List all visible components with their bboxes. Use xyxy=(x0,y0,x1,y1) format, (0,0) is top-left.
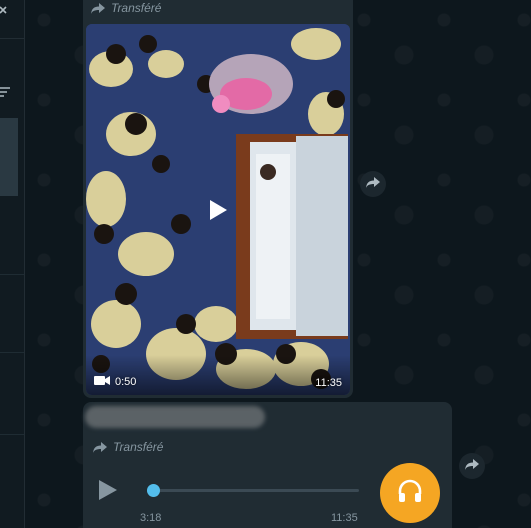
sidebar-divider xyxy=(0,434,24,435)
video-duration: 0:50 xyxy=(94,375,136,389)
forward-button[interactable] xyxy=(360,171,386,197)
message-timestamp: 11:35 xyxy=(315,377,342,389)
headphones-icon xyxy=(397,479,423,508)
sidebar-divider xyxy=(0,274,24,275)
filter-icon[interactable] xyxy=(0,84,10,97)
play-icon[interactable] xyxy=(97,478,119,502)
active-chat-item[interactable] xyxy=(0,118,18,196)
audio-progress-track[interactable] xyxy=(147,484,359,497)
audio-message-bubble[interactable]: Transféré 3:18 11:35 xyxy=(83,402,452,528)
play-icon[interactable] xyxy=(203,196,231,224)
audio-duration: 3:18 xyxy=(140,512,162,524)
sidebar-divider xyxy=(0,38,24,39)
message-timestamp: 11:35 xyxy=(331,512,358,524)
forwarded-label: Transféré xyxy=(91,1,161,15)
video-thumbnail[interactable]: 0:50 11:35 xyxy=(86,24,350,395)
forward-arrow-icon xyxy=(91,2,105,14)
sidebar-divider xyxy=(0,352,24,353)
forward-arrow-icon xyxy=(366,175,380,193)
chat-list-sidebar xyxy=(0,0,25,528)
video-message-bubble[interactable]: Transféré 0:50 11:35 xyxy=(83,0,353,398)
forward-arrow-icon xyxy=(93,441,107,453)
forwarded-label: Transféré xyxy=(93,440,163,454)
forward-arrow-icon xyxy=(465,457,479,475)
forward-button[interactable] xyxy=(459,453,485,479)
sender-name-redacted xyxy=(85,406,265,428)
avatar[interactable] xyxy=(380,463,440,523)
audio-seek-knob[interactable] xyxy=(147,484,161,497)
forwarded-text: Transféré xyxy=(113,440,164,454)
video-camera-icon xyxy=(94,375,110,389)
close-icon[interactable] xyxy=(0,6,10,16)
forwarded-text: Transféré xyxy=(111,1,162,15)
video-duration-text: 0:50 xyxy=(115,376,137,388)
